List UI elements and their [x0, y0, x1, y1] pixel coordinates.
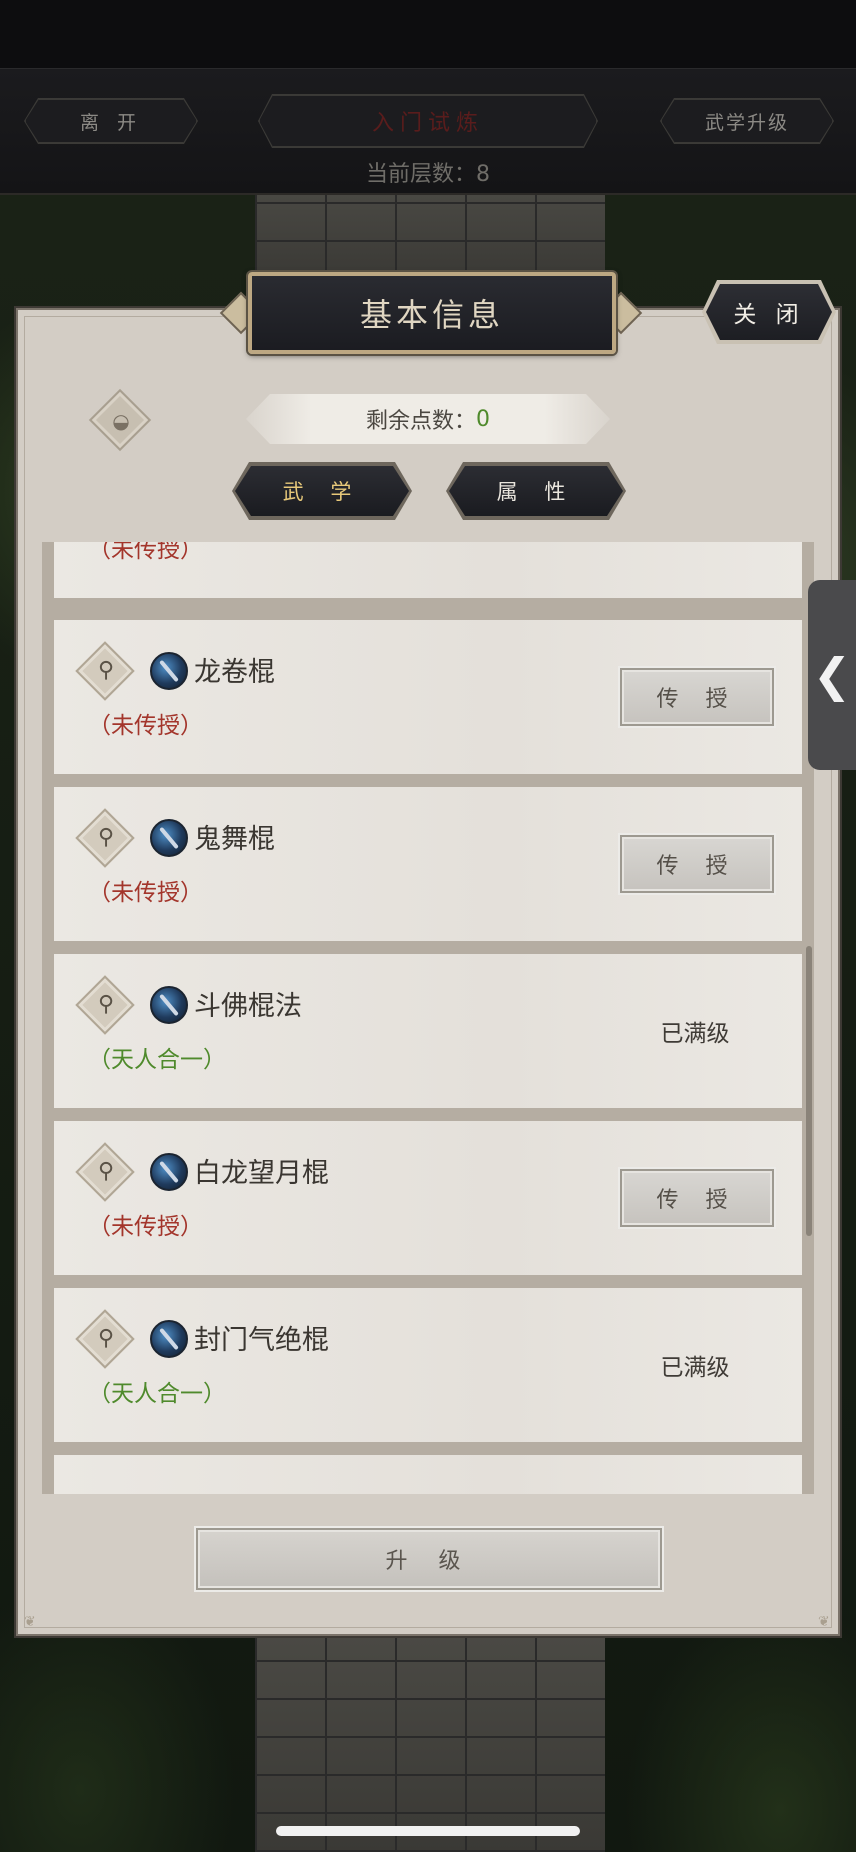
upgrade-button[interactable]: 升 级: [196, 1528, 662, 1590]
stone-path-bottom: [255, 1636, 605, 1852]
skill-name: 白龙望月棍: [194, 1158, 329, 1189]
list-item: [54, 1455, 802, 1494]
trial-title-label: 入门试炼: [371, 111, 484, 136]
upgrade-button-label: 升 级: [385, 1549, 473, 1574]
skill-name: 龙卷棍: [194, 657, 275, 688]
martial-upgrade-label: 武学升级: [704, 111, 789, 134]
staff-skill-icon: [150, 819, 188, 857]
magnifier-icon[interactable]: ⚲: [86, 817, 126, 857]
layer-count-label: 当前层数：: [365, 162, 476, 187]
skill-status: （天人合一）: [88, 1381, 226, 1407]
teach-button[interactable]: 传 授: [620, 668, 774, 726]
remaining-points-value: 0: [476, 406, 490, 432]
leave-button-label: 离 开: [79, 111, 143, 134]
home-indicator[interactable]: [276, 1826, 580, 1836]
teach-button-label: 传 授: [656, 1188, 738, 1213]
skill-name: 鬼舞棍: [194, 824, 275, 855]
staff-skill-icon: [150, 652, 188, 690]
magnifier-icon[interactable]: ⚲: [86, 650, 126, 690]
skill-status: （未传授）: [88, 1214, 203, 1240]
tab-martial-label: 武 学: [282, 480, 362, 504]
skill-name: 封门气绝棍: [194, 1325, 329, 1356]
staff-skill-icon: [150, 986, 188, 1024]
list-item: （未传授）: [54, 542, 802, 598]
leave-button[interactable]: 离 开: [25, 99, 197, 143]
remaining-points: 剩余点数： 0: [246, 394, 610, 444]
skill-status: （未传授）: [88, 713, 203, 739]
list-item[interactable]: ⚲ 龙卷棍 （未传授） 传 授: [54, 620, 802, 774]
tab-martial[interactable]: 武 学: [235, 466, 409, 516]
teach-button-label: 传 授: [656, 854, 738, 879]
martial-upgrade-button[interactable]: 武学升级: [661, 99, 833, 143]
close-button-label: 关 闭: [733, 302, 805, 328]
remaining-points-label: 剩余点数：: [365, 409, 476, 434]
trial-title: 入门试炼: [259, 95, 597, 147]
layer-count-value: 8: [476, 162, 490, 187]
chevron-left-icon: ❮: [812, 648, 852, 702]
magnifier-icon[interactable]: ⚲: [86, 1318, 126, 1358]
magnifier-icon[interactable]: ⚲: [86, 984, 126, 1024]
skill-status: （天人合一）: [88, 1047, 226, 1073]
corner-ornament-icon: ❦: [818, 1614, 830, 1630]
skill-status: （未传授）: [88, 542, 203, 563]
layer-count: 当前层数：8: [0, 156, 856, 188]
magnifier-icon[interactable]: ⚲: [86, 1151, 126, 1191]
skill-list[interactable]: （未传授） ⚲ 龙卷棍 （未传授） 传 授 ⚲ 鬼舞棍 （未传授） 传 授 ⚲ …: [42, 542, 814, 1494]
max-level-label: 已满级: [660, 1355, 730, 1381]
max-level-label: 已满级: [660, 1021, 730, 1047]
stone-path-top: [255, 190, 605, 280]
skill-status: （未传授）: [88, 880, 203, 906]
close-button[interactable]: 关 闭: [706, 284, 832, 340]
list-item[interactable]: ⚲ 白龙望月棍 （未传授） 传 授: [54, 1121, 802, 1275]
side-drawer-tab[interactable]: ❮: [808, 580, 856, 770]
corner-ornament-icon: ❦: [24, 1614, 36, 1630]
teach-button[interactable]: 传 授: [620, 1169, 774, 1227]
panel-title-text: 基本信息: [359, 296, 504, 334]
panel-title: 基本信息: [248, 272, 616, 354]
tab-attributes-label: 属 性: [496, 480, 576, 504]
tab-attributes[interactable]: 属 性: [449, 466, 623, 516]
eye-icon[interactable]: ◒: [104, 404, 138, 438]
staff-skill-icon: [150, 1153, 188, 1191]
teach-button[interactable]: 传 授: [620, 835, 774, 893]
list-item[interactable]: ⚲ 斗佛棍法 （天人合一） 已满级: [54, 954, 802, 1108]
teach-button-label: 传 授: [656, 687, 738, 712]
skill-name: 斗佛棍法: [194, 991, 302, 1022]
list-item[interactable]: ⚲ 鬼舞棍 （未传授） 传 授: [54, 787, 802, 941]
staff-skill-icon: [150, 1320, 188, 1358]
list-item[interactable]: ⚲ 封门气绝棍 （天人合一） 已满级: [54, 1288, 802, 1442]
list-scrollbar[interactable]: [806, 946, 812, 1236]
